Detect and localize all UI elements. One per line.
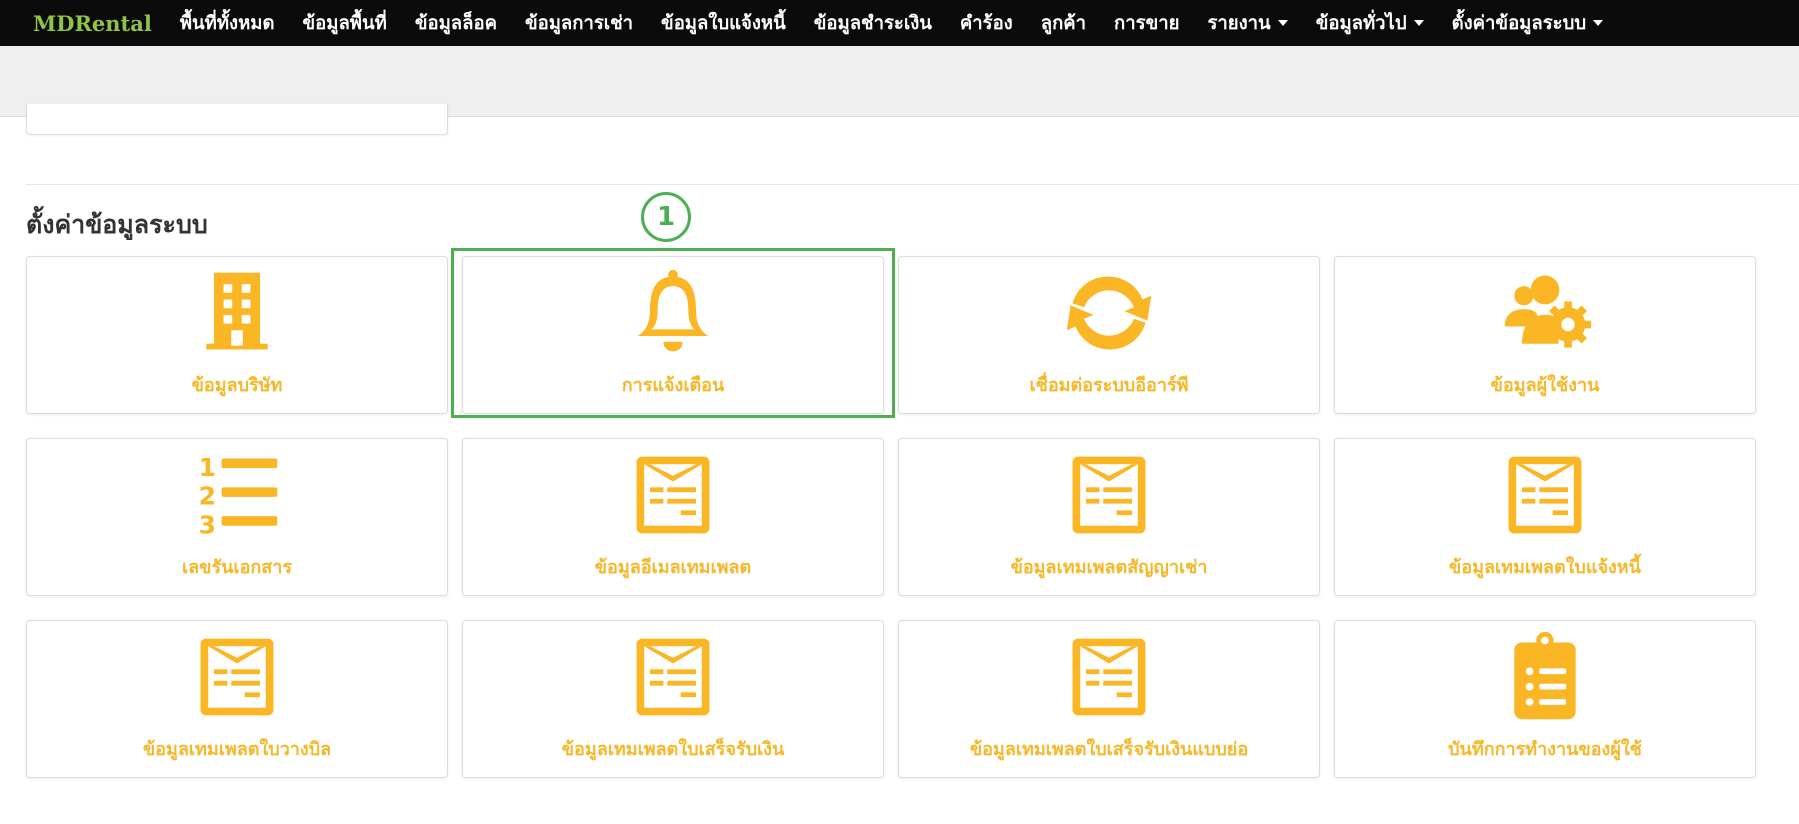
card-label: ข้อมูลเทมเพลตใบเสร็จรับเงิน [561,739,785,760]
card-label: ข้อมูลเทมเพลตใบเสร็จรับเงินแบบย่อ [969,739,1249,760]
card-label: บันทึกการทำงานของผู้ใช้ [1448,739,1642,760]
nav-item-label: ลูกค้า [1040,12,1087,34]
building-icon [187,263,287,363]
card-label: เลขรันเอกสาร [181,557,293,578]
nav-item-label: การขาย [1114,12,1180,34]
nav-item-label: ข้อมูลล็อค [414,12,497,34]
nav-item-2[interactable]: ข้อมูลล็อค [401,9,511,38]
section-title: ตั้งค่าข้อมูลระบบ [26,210,208,239]
nav-item-1[interactable]: ข้อมูลพื้นที่ [289,9,401,38]
card-label: การแจ้งเตือน [621,375,725,396]
users-gear-icon [1495,263,1595,363]
nav-item-10[interactable]: ข้อมูลทั่วไป [1302,9,1438,38]
top-navbar: MDRental พื้นที่ทั้งหมด ข้อมูลพื้นที่ ข้อม… [0,0,1799,46]
settings-card-8[interactable]: ข้อมูลเทมเพลตใบวางบิล [26,620,448,778]
nav-item-0[interactable]: พื้นที่ทั้งหมด [166,9,289,38]
nav-item-4[interactable]: ข้อมูลใบแจ้งหนี้ [647,9,800,38]
svg-text:3: 3 [199,510,216,539]
template-icon [1059,445,1159,545]
template-icon [187,627,287,727]
nav-item-label: ข้อมูลทั่วไป [1315,12,1407,34]
nav-item-label: พื้นที่ทั้งหมด [179,12,275,34]
nav-item-label: ตั้งค่าข้อมูลระบบ [1451,12,1587,34]
caret-down-icon [1413,20,1424,26]
settings-card-11[interactable]: บันทึกการทำงานของผู้ใช้ [1334,620,1756,778]
settings-card-5[interactable]: ข้อมูลอีเมลเทมเพลต [462,438,884,596]
nav-menu: พื้นที่ทั้งหมด ข้อมูลพื้นที่ ข้อมูลล็อค ข้อ… [166,9,1617,38]
step-badge: 1 [641,192,691,242]
bell-icon [623,263,723,363]
nav-item-label: คำร้อง [959,12,1013,34]
card-label: ข้อมูลบริษัท [191,375,283,396]
settings-card-3[interactable]: ข้อมูลผู้ใช้งาน [1334,256,1756,414]
nav-item-3[interactable]: ข้อมูลการเช่า [511,9,647,38]
settings-card-10[interactable]: ข้อมูลเทมเพลตใบเสร็จรับเงินแบบย่อ [898,620,1320,778]
template-icon [623,627,723,727]
settings-card-0[interactable]: ข้อมูลบริษัท [26,256,448,414]
nav-item-9[interactable]: รายงาน [1193,9,1301,38]
card-label: ข้อมูลผู้ใช้งาน [1490,375,1600,396]
settings-card-4[interactable]: 1 2 3 เลขรันเอกสาร [26,438,448,596]
card-label: ข้อมูลเทมเพลตสัญญาเช่า [1010,557,1208,578]
card-label: ข้อมูลอีเมลเทมเพลต [594,557,752,578]
caret-down-icon [1593,20,1604,26]
settings-card-7[interactable]: ข้อมูลเทมเพลตใบแจ้งหนี้ [1334,438,1756,596]
sync-icon [1059,263,1159,363]
settings-card-9[interactable]: ข้อมูลเทมเพลตใบเสร็จรับเงิน [462,620,884,778]
nav-item-11[interactable]: ตั้งค่าข้อมูลระบบ [1438,9,1617,38]
template-icon [1495,445,1595,545]
brand-logo[interactable]: MDRental [0,11,166,36]
section-divider [26,184,1799,185]
previous-card-bottom [26,104,448,135]
svg-text:2: 2 [199,482,216,511]
card-label: เชื่อมต่อระบบอีอาร์พี [1029,375,1189,396]
nav-item-label: ข้อมูลชำระเงิน [813,12,932,34]
card-label: ข้อมูลเทมเพลตใบวางบิล [142,739,332,760]
nav-item-7[interactable]: ลูกค้า [1027,9,1100,38]
settings-card-1[interactable]: การแจ้งเตือน [462,256,884,414]
caret-down-icon [1277,20,1288,26]
nav-item-6[interactable]: คำร้อง [946,9,1027,38]
nav-item-label: ข้อมูลการเช่า [524,12,634,34]
template-icon [1059,627,1159,727]
clipboard-list-icon [1495,627,1595,727]
template-icon [623,445,723,545]
svg-text:1: 1 [199,453,216,482]
numbered-list-icon: 123 [187,445,287,545]
settings-card-grid: ข้อมูลบริษัท การแจ้งเตือน เชื่อมต่อระบบอีอ… [26,256,1756,778]
settings-card-6[interactable]: ข้อมูลเทมเพลตสัญญาเช่า [898,438,1320,596]
nav-item-label: รายงาน [1207,12,1271,34]
card-label: ข้อมูลเทมเพลตใบแจ้งหนี้ [1449,557,1641,578]
nav-item-label: ข้อมูลพื้นที่ [302,12,387,34]
nav-item-label: ข้อมูลใบแจ้งหนี้ [661,12,786,34]
nav-item-5[interactable]: ข้อมูลชำระเงิน [800,9,946,38]
settings-card-2[interactable]: เชื่อมต่อระบบอีอาร์พี [898,256,1320,414]
nav-item-8[interactable]: การขาย [1100,9,1193,38]
